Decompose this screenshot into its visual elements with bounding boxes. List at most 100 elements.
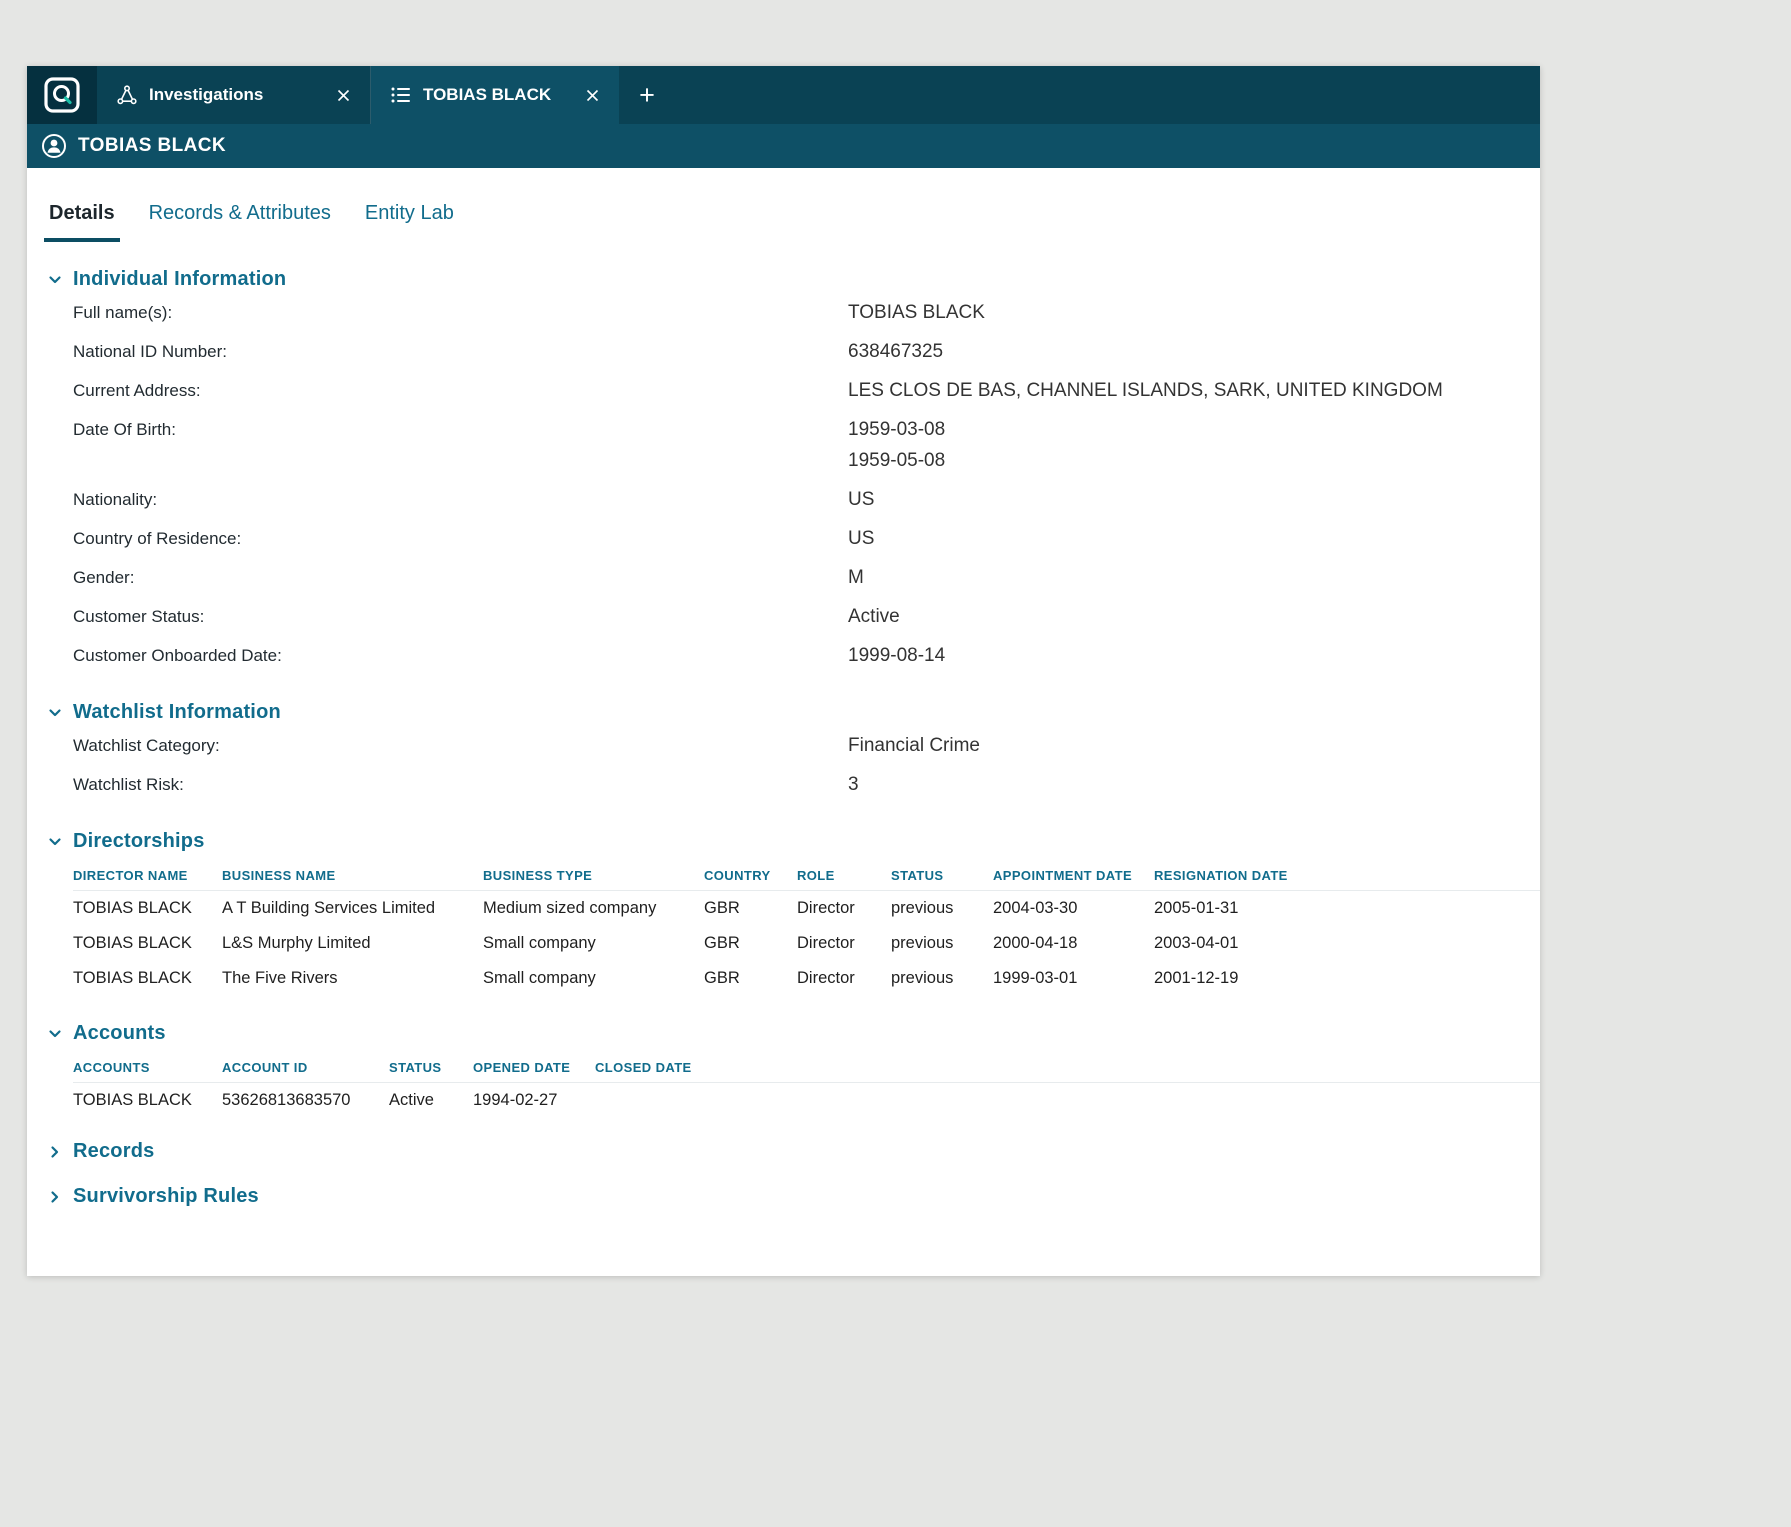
section-toggle-accounts[interactable]: Accounts — [27, 1022, 1540, 1045]
tab-label: TOBIAS BLACK — [423, 85, 556, 105]
field-label: Current Address: — [73, 375, 848, 406]
section-toggle-directorships[interactable]: Directorships — [27, 830, 1540, 853]
field-label: Gender: — [73, 562, 848, 593]
table-cell: previous — [891, 926, 993, 961]
page-tab-entity-lab[interactable]: Entity Lab — [360, 202, 459, 242]
page-tab-records-attributes[interactable]: Records & Attributes — [144, 202, 336, 242]
field-label: Country of Residence: — [73, 523, 848, 554]
field-row: Gender: M — [73, 558, 1540, 597]
window-tab-bar: Investigations TOBIAS BLACK + — [27, 66, 1540, 124]
chevron-down-icon — [47, 705, 63, 721]
table-header-cell: BUSINESS TYPE — [483, 861, 704, 890]
close-icon[interactable] — [582, 85, 603, 106]
network-icon — [117, 85, 137, 105]
tab-tobias-black[interactable]: TOBIAS BLACK — [371, 66, 619, 124]
table-header-row: ACCOUNTS ACCOUNT ID STATUS OPENED DATE C… — [73, 1053, 1540, 1083]
accounts-table: ACCOUNTS ACCOUNT ID STATUS OPENED DATE C… — [73, 1053, 1540, 1118]
field-row: Customer Onboarded Date: 1999-08-14 — [73, 636, 1540, 675]
section-toggle-watchlist-information[interactable]: Watchlist Information — [27, 701, 1540, 724]
table-body: TOBIAS BLACK A T Building Services Limit… — [73, 891, 1540, 996]
table-header-cell — [735, 1061, 1540, 1075]
table-header-cell: OPENED DATE — [473, 1053, 595, 1082]
table-header-cell: STATUS — [891, 861, 993, 890]
table-cell: TOBIAS BLACK — [73, 1083, 222, 1118]
field-value: Financial Crime — [848, 730, 1540, 761]
field-label: Watchlist Category: — [73, 730, 848, 761]
table-cell: Active — [389, 1083, 473, 1118]
field-label: Customer Status: — [73, 601, 848, 632]
tab-investigations[interactable]: Investigations — [97, 66, 371, 124]
field-value: 1999-08-14 — [848, 640, 1540, 671]
table-header-cell: BUSINESS NAME — [222, 861, 483, 890]
app-window: Investigations TOBIAS BLACK + — [27, 66, 1540, 1276]
table-cell: 53626813683570 — [222, 1083, 389, 1118]
table-header-row: DIRECTOR NAME BUSINESS NAME BUSINESS TYP… — [73, 861, 1540, 891]
table-header-cell: ROLE — [797, 861, 891, 890]
table-cell: 2001-12-19 — [1154, 961, 1540, 996]
field-label: Customer Onboarded Date: — [73, 640, 848, 671]
section-individual-information: Individual Information Full name(s): TOB… — [27, 268, 1540, 675]
table-row: TOBIAS BLACK The Five Rivers Small compa… — [73, 961, 1540, 996]
field-row: Nationality: US — [73, 480, 1540, 519]
field-value: Active — [848, 601, 1540, 632]
field-label: Date Of Birth: — [73, 414, 848, 476]
field-value: M — [848, 562, 1540, 593]
table-body: TOBIAS BLACK 53626813683570 Active 1994-… — [73, 1083, 1540, 1118]
section-toggle-records[interactable]: Records — [27, 1140, 1540, 1163]
field-value: 1959-03-08 1959-05-08 — [848, 414, 1540, 476]
field-row: Watchlist Risk: 3 — [73, 765, 1540, 804]
field-row: Customer Status: Active — [73, 597, 1540, 636]
field-list: Full name(s): TOBIAS BLACK National ID N… — [27, 293, 1540, 675]
section-title: Records — [73, 1140, 154, 1163]
table-cell: TOBIAS BLACK — [73, 961, 222, 996]
chevron-right-icon — [47, 1189, 63, 1205]
entity-header: TOBIAS BLACK — [27, 124, 1540, 168]
table-cell: Director — [797, 926, 891, 961]
table-cell — [735, 1093, 1540, 1109]
field-value: US — [848, 523, 1540, 554]
table-cell: The Five Rivers — [222, 961, 483, 996]
table-cell: GBR — [704, 926, 797, 961]
q-logo-icon — [44, 77, 80, 113]
section-title: Watchlist Information — [73, 701, 281, 724]
table-cell: 1994-02-27 — [473, 1083, 595, 1118]
table-header-cell: DIRECTOR NAME — [73, 861, 222, 890]
field-row: Current Address: LES CLOS DE BAS, CHANNE… — [73, 371, 1540, 410]
table-cell: Director — [797, 961, 891, 996]
table-header-cell: STATUS — [389, 1053, 473, 1082]
field-label: Watchlist Risk: — [73, 769, 848, 800]
table-cell: previous — [891, 891, 993, 926]
table-cell: 2005-01-31 — [1154, 891, 1540, 926]
section-title: Accounts — [73, 1022, 166, 1045]
person-icon — [41, 133, 67, 159]
field-value: LES CLOS DE BAS, CHANNEL ISLANDS, SARK, … — [848, 375, 1540, 406]
page-tab-details[interactable]: Details — [44, 202, 120, 242]
section-toggle-survivorship-rules[interactable]: Survivorship Rules — [27, 1185, 1540, 1208]
table-cell: L&S Murphy Limited — [222, 926, 483, 961]
entity-title: TOBIAS BLACK — [78, 135, 226, 157]
section-title: Individual Information — [73, 268, 286, 291]
table-cell — [595, 1093, 735, 1109]
table-header-cell: CLOSED DATE — [595, 1053, 735, 1082]
section-watchlist-information: Watchlist Information Watchlist Category… — [27, 701, 1540, 804]
tab-label: Investigations — [149, 85, 307, 105]
table-cell: Small company — [483, 926, 704, 961]
table-cell: previous — [891, 961, 993, 996]
table-row: TOBIAS BLACK A T Building Services Limit… — [73, 891, 1540, 926]
new-tab-button[interactable]: + — [619, 66, 675, 124]
table-cell: Small company — [483, 961, 704, 996]
details-page: Details Records & Attributes Entity Lab … — [27, 168, 1540, 1248]
table-cell: TOBIAS BLACK — [73, 891, 222, 926]
section-toggle-individual-information[interactable]: Individual Information — [27, 268, 1540, 291]
table-header-cell: APPOINTMENT DATE — [993, 861, 1154, 890]
table-cell: A T Building Services Limited — [222, 891, 483, 926]
field-list: Watchlist Category: Financial Crime Watc… — [27, 726, 1540, 804]
field-row: Watchlist Category: Financial Crime — [73, 726, 1540, 765]
close-icon[interactable] — [333, 85, 354, 106]
field-label: Nationality: — [73, 484, 848, 515]
app-logo-button[interactable] — [27, 66, 97, 124]
table-row: TOBIAS BLACK 53626813683570 Active 1994-… — [73, 1083, 1540, 1118]
table-header-cell: RESIGNATION DATE — [1154, 861, 1540, 890]
table-header-cell: ACCOUNTS — [73, 1053, 222, 1082]
table-cell: Medium sized company — [483, 891, 704, 926]
